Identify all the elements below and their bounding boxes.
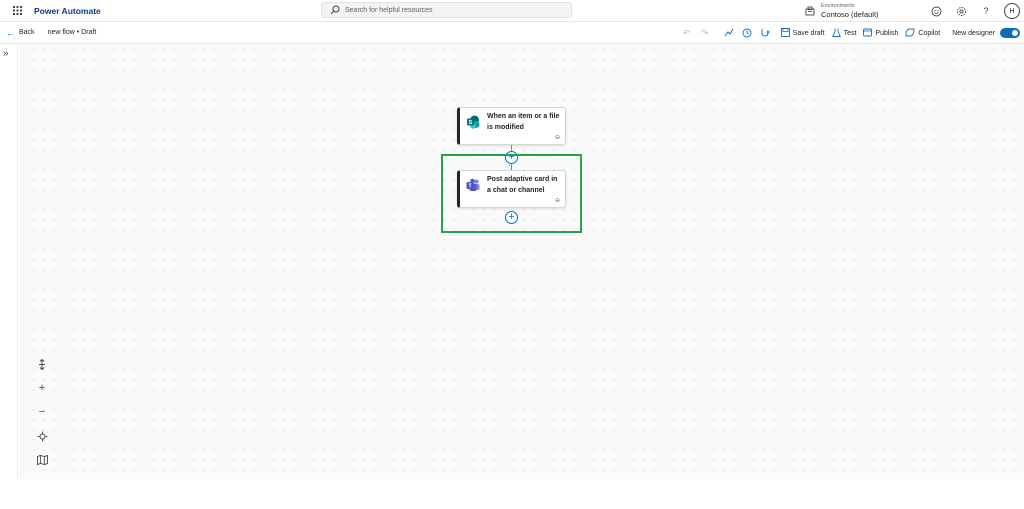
copilot-button[interactable]: Copilot xyxy=(905,28,940,39)
save-draft-label: Save draft xyxy=(792,29,825,37)
teams-icon: T xyxy=(466,178,480,192)
back-label: Back xyxy=(19,29,35,36)
add-step-plus-icon[interactable]: + xyxy=(505,211,518,224)
flow-checker-icon[interactable] xyxy=(720,24,738,42)
new-designer-toggle[interactable] xyxy=(1000,28,1020,38)
flow-name[interactable]: new flow • Draft xyxy=(48,29,97,36)
back-arrow-icon: ← xyxy=(6,27,15,38)
zoom-in-icon[interactable]: + xyxy=(34,380,50,396)
version-history-icon[interactable] xyxy=(738,24,756,42)
publish-icon xyxy=(863,28,873,39)
user-avatar[interactable]: H xyxy=(1004,3,1020,19)
connection-link-icon: ⊖ xyxy=(554,198,560,204)
action-card[interactable]: T Post adaptive card in a chat or channe… xyxy=(457,170,566,208)
search-box[interactable]: Search for helpful resources xyxy=(321,2,572,18)
sharepoint-icon: S xyxy=(466,115,480,129)
fit-to-view-icon[interactable] xyxy=(34,428,50,444)
new-designer-label: New designer xyxy=(952,29,995,37)
fit-vertical-icon[interactable] xyxy=(34,356,50,372)
feedback-smiley-icon[interactable] xyxy=(929,4,943,18)
back-button[interactable]: ← Back xyxy=(6,28,35,38)
publish-label: Publish xyxy=(875,29,899,37)
undo-icon[interactable]: ↶ xyxy=(678,24,696,42)
top-app-bar: Power Automate Search for helpful resour… xyxy=(0,0,1024,22)
new-designer-toggle-group: New designer xyxy=(952,28,1020,38)
save-draft-button[interactable]: Save draft xyxy=(780,27,825,39)
environment-picker[interactable]: Environments Contoso (default) xyxy=(805,0,879,22)
diagnostics-icon[interactable] xyxy=(756,24,774,42)
command-bar: ← Back new flow • Draft ↶ ↷ Save draft T… xyxy=(0,22,1024,44)
minimap-icon[interactable] xyxy=(34,452,50,468)
environment-icon xyxy=(805,6,815,16)
copilot-label: Copilot xyxy=(918,29,941,37)
app-launcher-icon[interactable] xyxy=(6,1,28,21)
expand-panel-icon[interactable]: » xyxy=(3,48,9,59)
zoom-out-icon[interactable]: − xyxy=(34,404,50,420)
trigger-title: When an item or a file is modified xyxy=(487,113,560,131)
connection-link-icon: ⊖ xyxy=(554,135,560,141)
publish-button[interactable]: Publish xyxy=(863,28,898,39)
search-placeholder: Search for helpful resources xyxy=(345,6,433,14)
redo-icon[interactable]: ↷ xyxy=(696,24,714,42)
app-title[interactable]: Power Automate xyxy=(34,6,101,16)
left-rail: » xyxy=(0,44,18,479)
save-icon xyxy=(780,27,790,39)
environment-name: Contoso (default) xyxy=(821,10,879,19)
settings-gear-icon[interactable] xyxy=(954,4,968,18)
test-button[interactable]: Test xyxy=(831,28,857,39)
page-footer-blank xyxy=(0,479,1024,509)
trigger-card[interactable]: S When an item or a file is modified ⊖ xyxy=(457,107,566,145)
help-icon[interactable]: ? xyxy=(979,4,993,18)
beaker-icon xyxy=(831,28,841,39)
environment-label: Environments xyxy=(821,2,855,9)
action-title: Post adaptive card in a chat or channel xyxy=(487,176,558,194)
test-label: Test xyxy=(843,29,857,37)
canvas-controls: + − xyxy=(31,356,53,468)
svg-text:S: S xyxy=(469,120,473,126)
search-icon xyxy=(330,5,340,15)
copilot-icon xyxy=(905,28,915,39)
